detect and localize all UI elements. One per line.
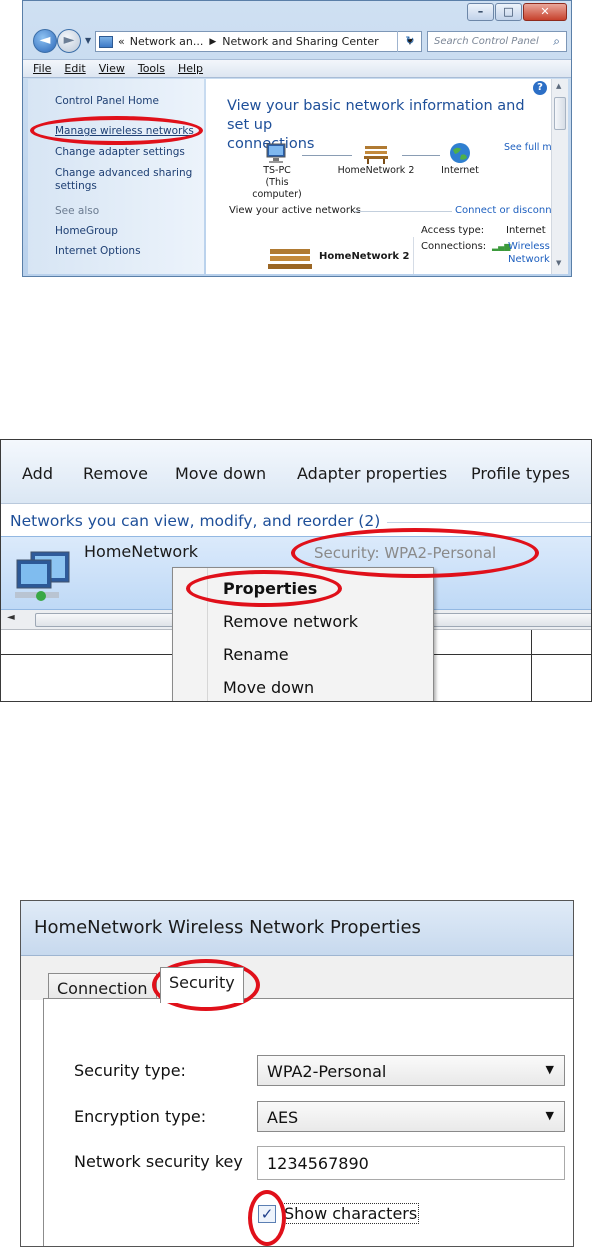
breadcrumb-network[interactable]: Network an... — [130, 35, 204, 48]
left-navigation-pane: Control Panel Home Manage wireless netwo… — [28, 79, 204, 274]
menu-view[interactable]: View — [99, 62, 125, 75]
scroll-up-arrow-icon[interactable]: ▲ — [556, 82, 561, 90]
page-title-line1: View your basic network information and … — [227, 98, 525, 133]
move-down-button[interactable]: Move down — [175, 464, 266, 483]
tab-strip: Connection Security — [21, 956, 573, 1003]
active-networks-heading: View your active networks — [229, 205, 361, 216]
address-prefix: « — [118, 35, 125, 48]
map-node-network-label: HomeNetwork 2 — [337, 165, 415, 176]
dropdown-arrow-icon: ▼ — [545, 1109, 554, 1122]
network-security: Security: WPA2-Personal — [314, 544, 497, 562]
network-sharing-center-window: – □ ✕ ◄ ► ▼ « Network an... ▶ Network an… — [22, 0, 572, 277]
remove-button[interactable]: Remove — [83, 464, 148, 483]
toolbar: Add Remove Move down Adapter properties … — [1, 440, 591, 504]
dialog-title: HomeNetwork Wireless Network Properties — [34, 917, 421, 938]
scroll-down-arrow-icon[interactable]: ▼ — [556, 259, 561, 267]
network-security-key-input[interactable]: 1234567890 — [257, 1146, 565, 1180]
computer-icon — [266, 143, 286, 163]
menu-edit[interactable]: Edit — [64, 62, 85, 75]
map-node-internet-label: Internet — [441, 165, 479, 176]
wireless-connection-link-line1[interactable]: Wireless — [508, 241, 550, 252]
show-characters-checkbox[interactable]: ✓ — [258, 1205, 276, 1223]
nav-internet-options[interactable]: Internet Options — [55, 245, 141, 257]
network-name: HomeNetwork — [84, 542, 199, 561]
encryption-type-select[interactable]: AES ▼ — [257, 1101, 565, 1132]
nav-homegroup[interactable]: HomeGroup — [55, 225, 118, 237]
profile-types-button[interactable]: Profile types — [471, 464, 570, 483]
security-type-select[interactable]: WPA2-Personal ▼ — [257, 1055, 565, 1086]
recent-pages-dropdown-icon[interactable]: ▼ — [85, 36, 91, 45]
close-button[interactable]: ✕ — [523, 3, 567, 21]
tab-security[interactable]: Security — [160, 967, 244, 1003]
see-also-heading: See also — [55, 205, 100, 217]
nav-change-advanced-sharing-line2[interactable]: settings — [55, 180, 97, 192]
window-caption-buttons: – □ ✕ — [466, 3, 567, 21]
encryption-type-label: Encryption type: — [74, 1107, 207, 1126]
content-pane: ? View your basic network information an… — [206, 79, 567, 274]
map-node-network[interactable]: HomeNetwork 2 — [326, 141, 426, 177]
context-menu: Properties Remove network Rename Move do… — [172, 567, 434, 701]
dialog-title-bar: HomeNetwork Wireless Network Properties — [21, 901, 573, 956]
search-placeholder: Search Control Panel — [434, 36, 539, 47]
scroll-left-arrow-icon[interactable]: ◄ — [7, 612, 15, 623]
minimize-button[interactable]: – — [467, 3, 494, 21]
network-security-key-label: Network security key — [74, 1152, 243, 1171]
menu-tools[interactable]: Tools — [138, 62, 165, 75]
active-network-name: HomeNetwork 2 — [319, 251, 410, 262]
map-node-computer[interactable]: TS-PC (This computer) — [246, 141, 308, 201]
nav-control-panel-home[interactable]: Control Panel Home — [55, 95, 159, 107]
add-button[interactable]: Add — [22, 464, 53, 483]
menu-item-properties[interactable]: Properties — [223, 579, 317, 598]
map-node-computer-label: TS-PC — [263, 165, 291, 176]
globe-icon — [450, 143, 470, 163]
address-bar[interactable]: « Network an... ▶ Network and Sharing Ce… — [95, 31, 422, 52]
bench-network-large-icon — [268, 249, 312, 269]
connections-label: Connections: — [421, 241, 487, 252]
help-icon[interactable]: ? — [533, 81, 547, 95]
bench-network-icon — [364, 146, 388, 164]
breadcrumb-separator-icon: ▶ — [209, 36, 217, 47]
dropdown-arrow-icon: ▼ — [545, 1063, 554, 1076]
nav-change-adapter-settings[interactable]: Change adapter settings — [55, 146, 185, 158]
access-type-value: Internet — [506, 225, 546, 236]
wireless-properties-dialog: HomeNetwork Wireless Network Properties … — [20, 900, 574, 1247]
menu-item-remove-network[interactable]: Remove network — [223, 612, 358, 631]
encryption-type-value: AES — [267, 1108, 299, 1127]
vertical-scrollbar[interactable]: ▲ ▼ — [551, 79, 568, 274]
back-arrow-icon[interactable]: ◄ — [33, 29, 57, 53]
security-type-value: WPA2-Personal — [267, 1062, 387, 1081]
security-type-label: Security type: — [74, 1061, 186, 1080]
menu-item-move-down[interactable]: Move down — [223, 678, 314, 697]
forward-arrow-icon[interactable]: ► — [57, 29, 81, 53]
search-input[interactable]: Search Control Panel ⌕ — [427, 31, 567, 52]
adapter-properties-button[interactable]: Adapter properties — [297, 464, 447, 483]
menu-item-rename[interactable]: Rename — [223, 645, 289, 664]
map-node-internet[interactable]: Internet — [434, 141, 486, 177]
menu-bar: File Edit View Tools Help — [23, 59, 571, 78]
manage-wireless-networks-window: Add Remove Move down Adapter properties … — [0, 439, 592, 702]
divider-vline — [531, 630, 532, 701]
scroll-thumb[interactable] — [554, 97, 566, 130]
details-divider — [413, 237, 414, 274]
refresh-icon[interactable]: ↻ — [397, 31, 422, 52]
section-rule — [354, 211, 452, 212]
menu-file[interactable]: File — [33, 62, 51, 75]
access-type-label: Access type: — [421, 225, 485, 236]
menu-help[interactable]: Help — [178, 62, 203, 75]
maximize-button[interactable]: □ — [495, 3, 522, 21]
wireless-connection-link-line2[interactable]: Network — [508, 254, 550, 265]
map-node-computer-sublabel: (This computer) — [252, 177, 302, 200]
navigation-bar: ◄ ► ▼ « Network an... ▶ Network and Shar… — [23, 27, 571, 57]
nav-manage-wireless-networks[interactable]: Manage wireless networks — [55, 125, 194, 137]
nav-change-advanced-sharing-line1[interactable]: Change advanced sharing — [55, 167, 192, 179]
header-rule — [387, 522, 591, 523]
show-characters-label[interactable]: Show characters — [282, 1203, 420, 1224]
menu-gutter — [207, 568, 208, 701]
search-icon[interactable]: ⌕ — [553, 34, 560, 49]
breadcrumb-network-sharing[interactable]: Network and Sharing Center — [222, 35, 378, 48]
wireless-network-icon — [15, 551, 70, 601]
networks-list-header: Networks you can view, modify, and reord… — [10, 512, 381, 530]
control-panel-icon — [99, 35, 113, 48]
